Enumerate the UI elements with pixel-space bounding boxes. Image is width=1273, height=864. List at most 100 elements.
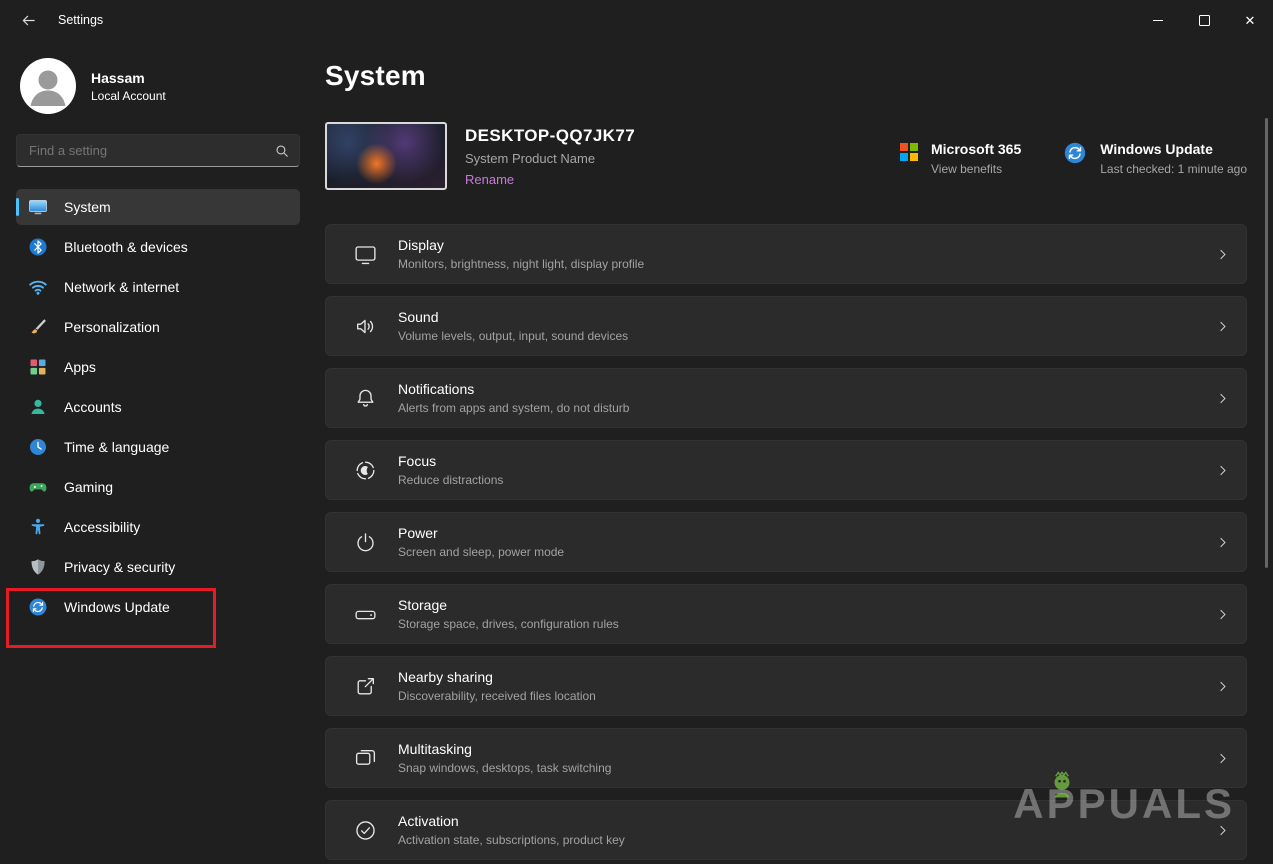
sidebar-item-gaming[interactable]: Gaming	[16, 469, 300, 505]
sidebar-item-label: Gaming	[64, 479, 114, 495]
row-subtitle: Screen and sleep, power mode	[398, 545, 565, 559]
settings-row-display[interactable]: Display Monitors, brightness, night ligh…	[325, 224, 1247, 284]
row-title: Multitasking	[398, 741, 472, 757]
device-name: DESKTOP-QQ7JK77	[465, 125, 636, 145]
chevron-right-icon	[1215, 535, 1230, 550]
windows-update-title: Windows Update	[1100, 140, 1213, 157]
maximize-button[interactable]	[1181, 0, 1227, 40]
sound-icon	[353, 314, 378, 339]
game-controller-icon	[28, 477, 48, 497]
sidebar-item-privacy-security[interactable]: Privacy & security	[16, 549, 300, 585]
windows-update-status-card[interactable]: Windows Update Last checked: 1 minute ag…	[1063, 141, 1247, 176]
sidebar-item-bluetooth-devices[interactable]: Bluetooth & devices	[16, 229, 300, 265]
row-title: Power	[398, 525, 438, 541]
chevron-right-icon	[1215, 607, 1230, 622]
row-title: Storage	[398, 597, 448, 613]
settings-row-sound[interactable]: Sound Volume levels, output, input, soun…	[325, 296, 1247, 356]
microsoft-365-title: Microsoft 365	[930, 140, 1022, 157]
power-icon	[353, 530, 378, 555]
apps-icon	[28, 357, 48, 377]
search-box[interactable]	[16, 134, 300, 167]
sidebar-item-label: System	[64, 199, 111, 215]
back-button[interactable]	[10, 4, 46, 36]
windows-update-last-checked: Last checked: 1 minute ago	[1100, 161, 1247, 176]
multitasking-windows-icon	[353, 746, 378, 771]
close-icon: ✕	[1244, 12, 1256, 28]
bell-icon	[353, 386, 378, 411]
paintbrush-icon	[28, 317, 48, 337]
close-button[interactable]: ✕	[1227, 0, 1273, 40]
settings-list: Display Monitors, brightness, night ligh…	[325, 224, 1247, 860]
sidebar-item-label: Windows Update	[64, 599, 170, 615]
microsoft-365-subtitle[interactable]: View benefits	[931, 162, 1021, 176]
user-account-type: Local Account	[91, 88, 166, 103]
device-wallpaper-thumbnail	[325, 122, 447, 190]
windows-update-icon	[1063, 141, 1087, 170]
search-icon	[275, 144, 289, 158]
checkmark-circle-icon	[353, 818, 378, 843]
windows-update-icon	[28, 597, 48, 617]
sidebar-item-label: Network & internet	[64, 279, 180, 295]
row-subtitle: Storage space, drives, configuration rul…	[398, 617, 619, 631]
bluetooth-icon	[28, 237, 48, 257]
page-title: System	[325, 60, 426, 91]
chevron-right-icon	[1215, 247, 1230, 262]
microsoft-365-card[interactable]: Microsoft 365 View benefits	[899, 140, 1022, 176]
row-subtitle: Snap windows, desktops, task switching	[398, 761, 612, 775]
sidebar-item-network-internet[interactable]: Network & internet	[16, 269, 300, 305]
window-title: Settings	[58, 13, 104, 27]
settings-row-power[interactable]: Power Screen and sleep, power mode	[325, 512, 1247, 572]
maximize-icon	[1198, 14, 1210, 26]
sidebar-item-accessibility[interactable]: Accessibility	[16, 509, 300, 545]
settings-row-focus[interactable]: Focus Reduce distractions	[325, 440, 1247, 500]
system-icon	[28, 197, 48, 217]
row-subtitle: Alerts from apps and system, do not dist…	[398, 401, 630, 415]
main-content: System DESKTOP-QQ7JK77 System Product Na…	[316, 40, 1273, 864]
minimize-button[interactable]	[1135, 0, 1181, 40]
search-input[interactable]	[27, 142, 275, 159]
sidebar-item-personalization[interactable]: Personalization	[16, 309, 300, 345]
row-subtitle: Reduce distractions	[398, 473, 504, 487]
settings-row-storage[interactable]: Storage Storage space, drives, configura…	[325, 584, 1247, 644]
row-title: Focus	[398, 453, 437, 469]
sidebar-item-label: Apps	[64, 359, 96, 375]
row-subtitle: Volume levels, output, input, sound devi…	[398, 329, 629, 343]
settings-row-nearby-sharing[interactable]: Nearby sharing Discoverability, received…	[325, 656, 1247, 716]
sidebar-item-windows-update[interactable]: Windows Update	[16, 589, 300, 625]
user-profile[interactable]: Hassam Local Account	[16, 54, 300, 134]
sidebar-nav: System Bluetooth & devices Network & int…	[16, 187, 300, 627]
sidebar: Hassam Local Account System Bluetooth	[0, 40, 316, 864]
wifi-icon	[28, 277, 48, 297]
display-icon	[353, 242, 378, 267]
row-title: Activation	[398, 813, 459, 829]
chevron-right-icon	[1215, 751, 1230, 766]
rename-link[interactable]: Rename	[465, 172, 635, 187]
row-title: Nearby sharing	[398, 669, 493, 685]
storage-drive-icon	[353, 602, 378, 627]
microsoft-logo-icon	[899, 142, 918, 161]
title-bar: Settings ✕	[0, 0, 1273, 40]
sidebar-item-label: Privacy & security	[64, 559, 176, 575]
clock-icon	[28, 437, 48, 457]
row-subtitle: Monitors, brightness, night light, displ…	[398, 257, 645, 271]
settings-row-activation[interactable]: Activation Activation state, subscriptio…	[325, 800, 1247, 860]
row-title: Display	[398, 237, 444, 253]
device-header: DESKTOP-QQ7JK77 System Product Name Rena…	[325, 122, 1247, 190]
user-name: Hassam	[91, 69, 145, 86]
vertical-scrollbar[interactable]	[1265, 118, 1268, 568]
sidebar-item-label: Accounts	[64, 399, 122, 415]
chevron-right-icon	[1215, 463, 1230, 478]
chevron-right-icon	[1215, 823, 1230, 838]
row-title: Sound	[398, 309, 439, 325]
sidebar-item-accounts[interactable]: Accounts	[16, 389, 300, 425]
settings-row-notifications[interactable]: Notifications Alerts from apps and syste…	[325, 368, 1247, 428]
chevron-right-icon	[1215, 319, 1230, 334]
sidebar-item-system[interactable]: System	[16, 189, 300, 225]
sidebar-item-label: Bluetooth & devices	[64, 239, 188, 255]
sidebar-item-time-language[interactable]: Time & language	[16, 429, 300, 465]
settings-row-multitasking[interactable]: Multitasking Snap windows, desktops, tas…	[325, 728, 1247, 788]
minimize-icon	[1153, 19, 1163, 21]
sidebar-item-apps[interactable]: Apps	[16, 349, 300, 385]
focus-icon	[353, 458, 378, 483]
device-product-name: System Product Name	[465, 150, 596, 166]
